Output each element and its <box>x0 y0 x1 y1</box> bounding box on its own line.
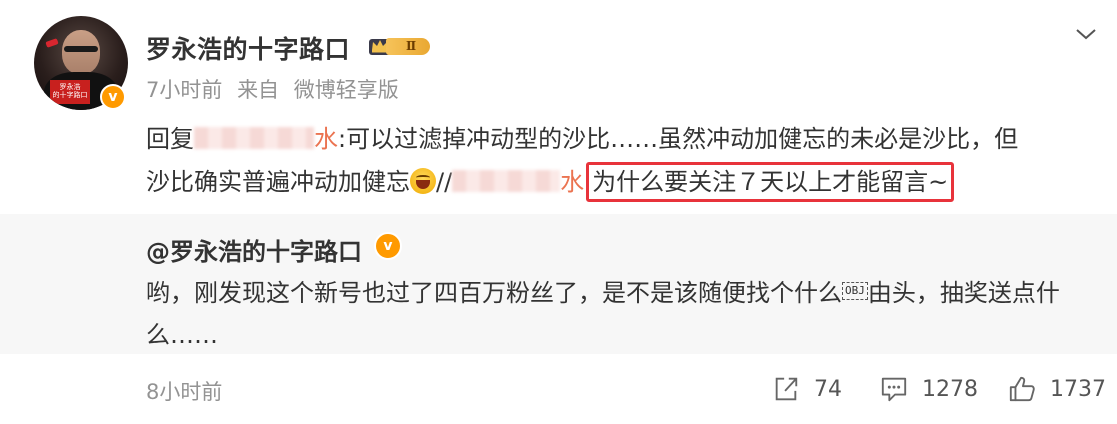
author-name[interactable]: 罗永浩的十字路口 <box>146 30 350 66</box>
share-count: 74 <box>814 376 842 402</box>
quoted-text-after: 由头，抽奖送点什 <box>867 279 1060 307</box>
comment-button[interactable]: 1278 <box>880 372 978 406</box>
avatar-glasses <box>64 46 98 52</box>
share-icon <box>775 377 798 401</box>
verified-mark: v <box>383 238 393 254</box>
quoted-text-line-2: 么…… <box>146 321 218 349</box>
like-button[interactable]: 1737 <box>1008 372 1106 406</box>
blurred-nickname-2 <box>452 170 561 192</box>
source-prefix: 来自 <box>237 78 280 102</box>
post-source[interactable]: 微博轻享版 <box>294 78 399 102</box>
post-text-line-1: 回复 水:可以过滤掉冲动型的沙比……虽然冲动加健忘的未必是沙比，但 <box>146 118 1096 161</box>
share-button[interactable]: 74 <box>772 372 842 406</box>
post-text-line-2: 沙比确实普遍冲动加健忘 // 水为什么要关注７天以上才能留言~ <box>146 161 1096 204</box>
post-text: 回复 水:可以过滤掉冲动型的沙比……虽然冲动加健忘的未必是沙比，但 沙比确实普遍冲… <box>146 118 1096 204</box>
chevron-down-icon[interactable] <box>1074 26 1098 42</box>
highlighted-question: 为什么要关注７天以上才能留言~ <box>586 162 955 202</box>
like-count: 1737 <box>1050 376 1106 402</box>
quoted-nickname-link[interactable]: 水 <box>560 168 584 196</box>
weibo-post-card: 罗永浩 的十字路口 v 罗永浩的十字路口 Ⅱ 7小时前 来自 微博轻享版 回复 水:… <box>0 0 1117 424</box>
reply-nickname-link[interactable]: 水 <box>314 125 338 153</box>
thumbs-up-icon <box>1009 376 1035 402</box>
comment-icon <box>881 377 907 402</box>
verified-badge-icon: v <box>100 84 126 110</box>
quoted-text-line-1: 哟，刚发现这个新号也过了四百万粉丝了，是不是该随便找个什么 OBJ 由头，抽奖送点什 <box>146 272 1096 314</box>
verified-mark: v <box>108 89 118 105</box>
post-time[interactable]: 7小时前 <box>146 78 222 102</box>
reply-body-text: :可以过滤掉冲动型的沙比……虽然冲动加健忘的未必是沙比，但 <box>338 125 1019 153</box>
post-body-text: 沙比确实普遍冲动加健忘 <box>146 168 410 196</box>
vip-level-badge[interactable]: Ⅱ <box>366 33 432 57</box>
avatar-face <box>62 30 100 74</box>
quoted-text-before: 哟，刚发现这个新号也过了四百万粉丝了，是不是该随便找个什么 <box>146 279 842 307</box>
comment-count: 1278 <box>922 376 978 402</box>
avatar-red-mark <box>45 38 59 48</box>
avatar-label-logo: 罗永浩 的十字路口 <box>50 80 90 104</box>
quoted-author-name[interactable]: @罗永浩的十字路口 <box>146 232 362 267</box>
blurred-nickname <box>194 127 314 149</box>
repost-time[interactable]: 8小时前 <box>146 376 222 406</box>
vip-level-text: Ⅱ <box>386 38 430 55</box>
verified-badge-icon: v <box>374 232 402 260</box>
object-placeholder-icon: OBJ <box>842 282 868 300</box>
repost-separator: // <box>436 168 453 196</box>
reply-prefix: 回复 <box>146 125 194 153</box>
post-meta: 7小时前 来自 微博轻享版 <box>146 74 407 104</box>
quoted-repost[interactable]: @罗永浩的十字路口 v 哟，刚发现这个新号也过了四百万粉丝了，是不是该随便找个什… <box>0 214 1117 354</box>
quoted-text: 哟，刚发现这个新号也过了四百万粉丝了，是不是该随便找个什么 OBJ 由头，抽奖送点什… <box>146 272 1096 356</box>
laughing-face-icon <box>410 168 436 194</box>
